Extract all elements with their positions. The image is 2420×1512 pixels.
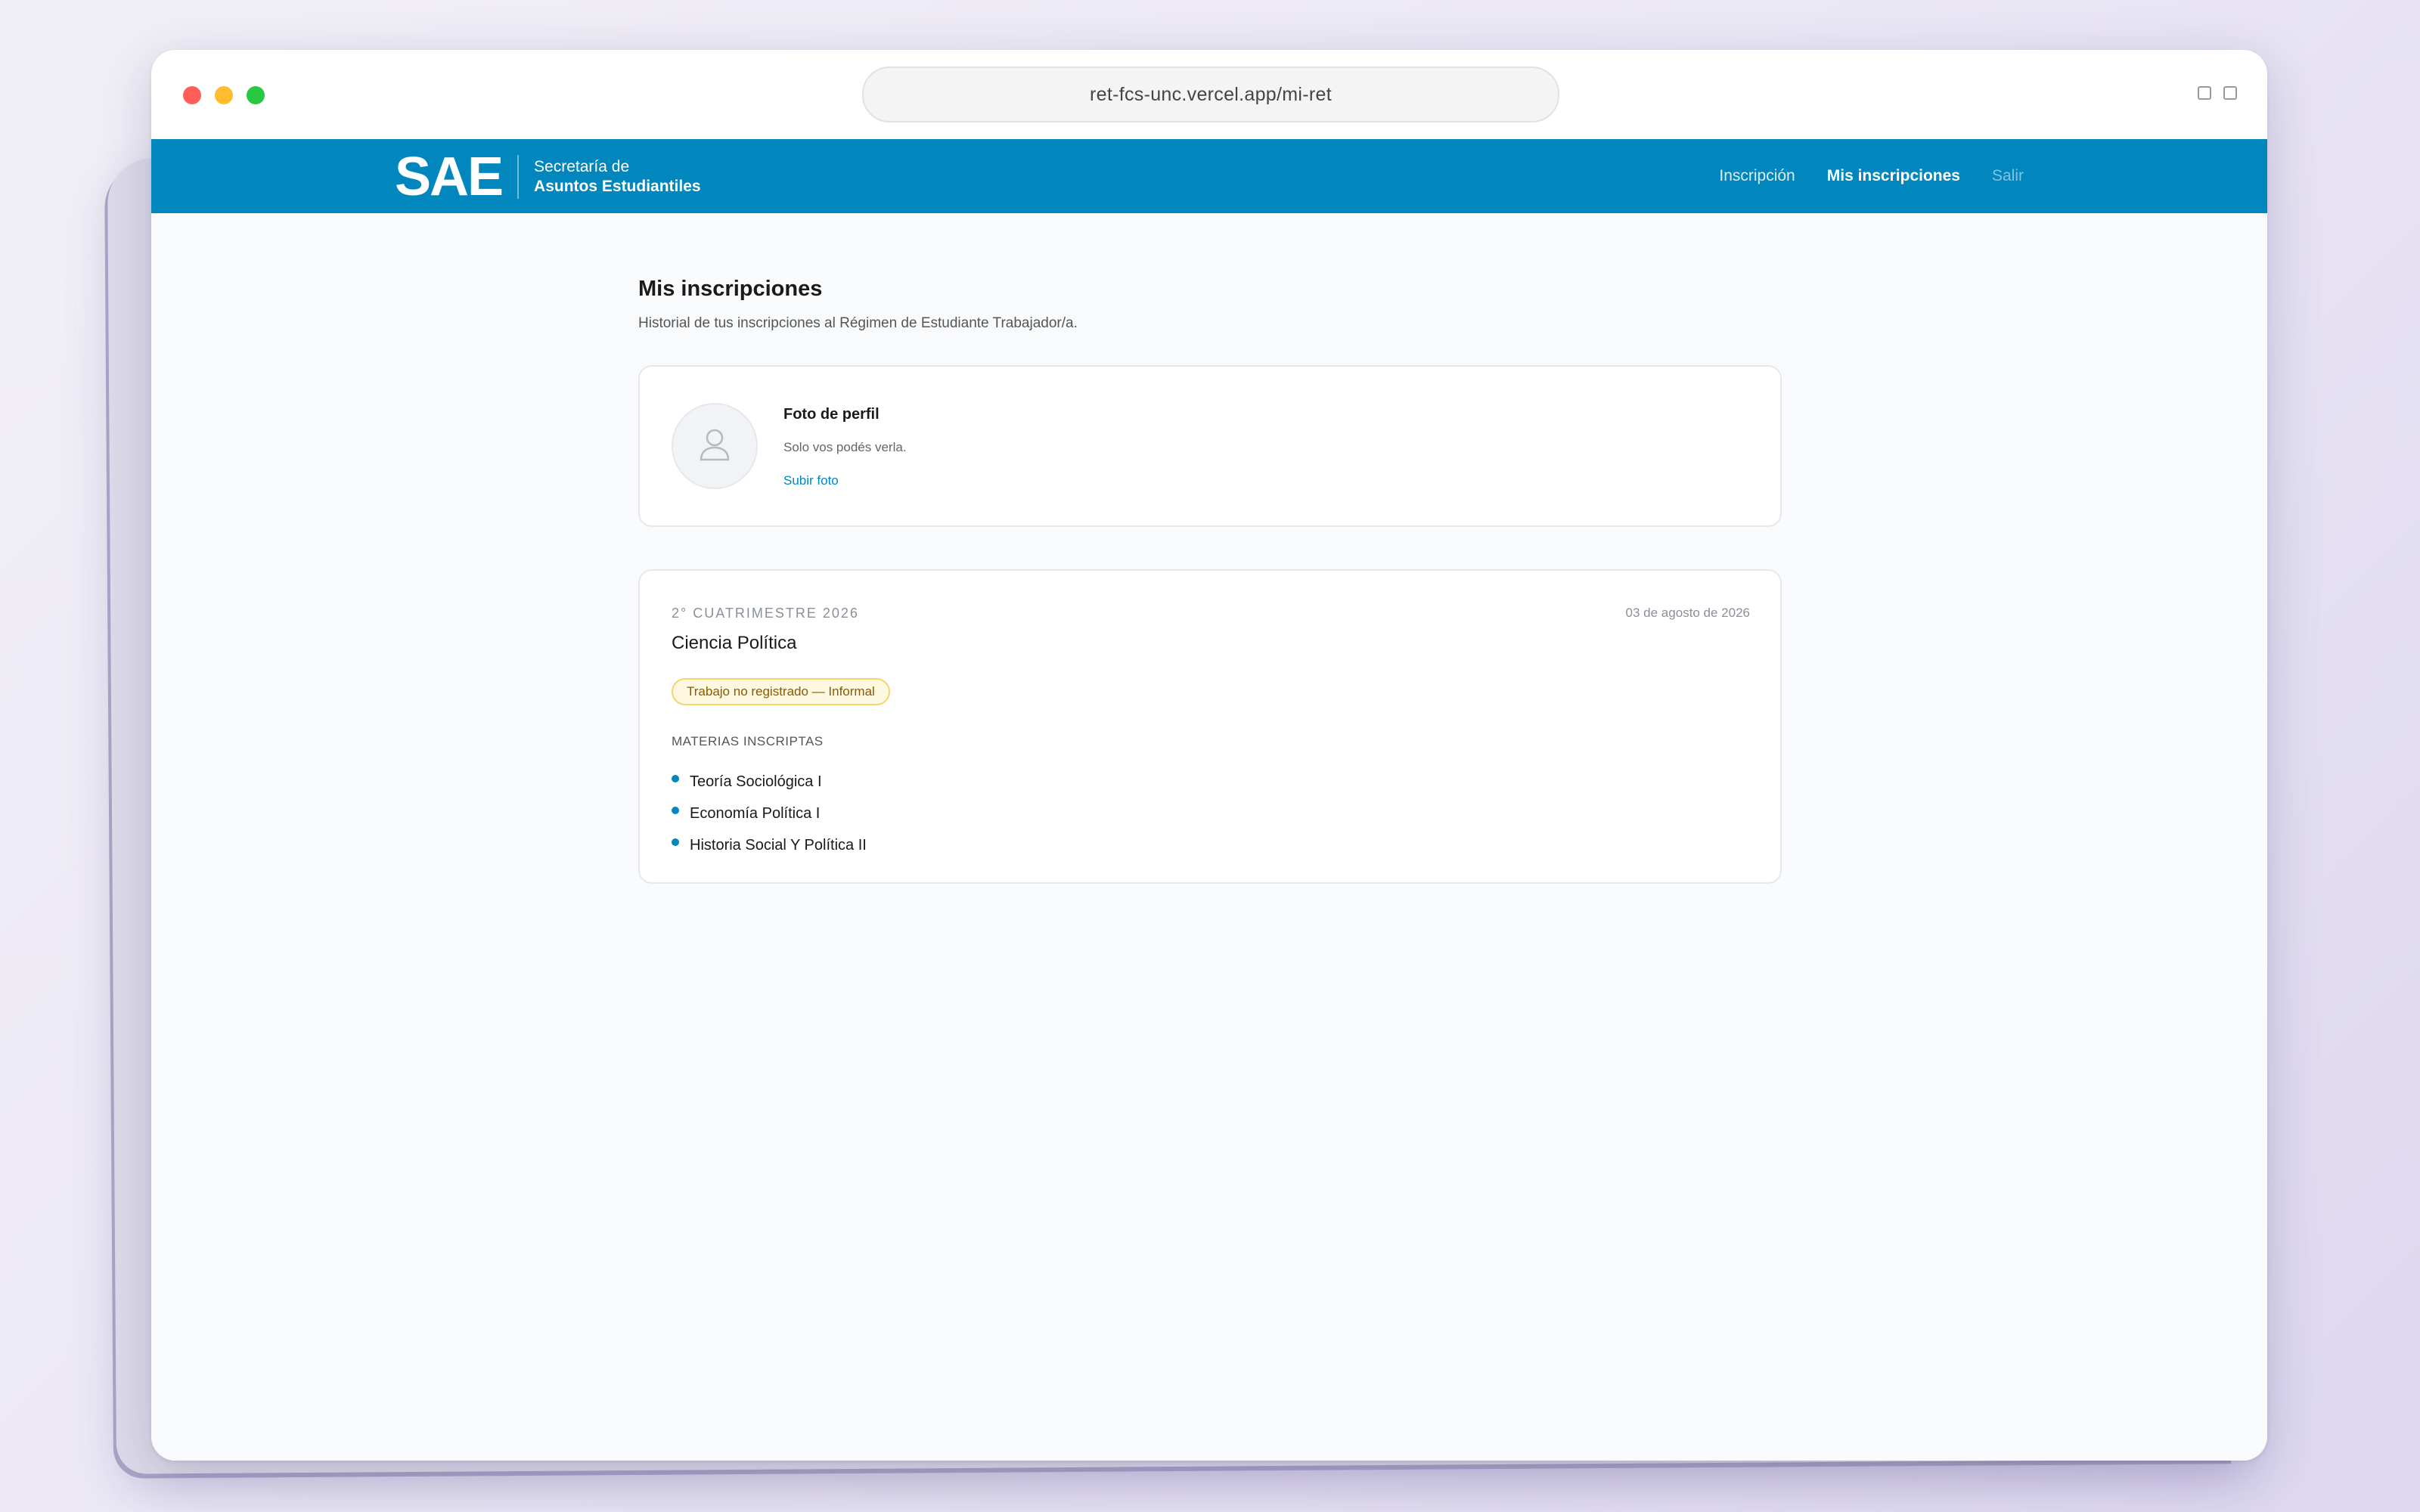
list-item: Teoría Sociológica I: [672, 766, 867, 798]
nav-links: Inscripción Mis inscripciones Salir: [1719, 139, 2024, 213]
brand[interactable]: SAE Secretaría de Asuntos Estudiantiles: [395, 150, 701, 204]
list-item: Historia Social Y Política II: [672, 829, 867, 861]
sidebar-toggle-icon[interactable]: [2223, 86, 2237, 100]
work-status-badge: Trabajo no registrado — Informal: [672, 678, 890, 705]
brand-divider: [517, 155, 520, 199]
subjects-label: MATERIAS INSCRIPTAS: [672, 734, 824, 748]
window-controls: [183, 86, 265, 104]
page-title: Mis inscripciones: [638, 277, 823, 301]
profile-photo-title: Foto de perfil: [783, 406, 880, 423]
enrollment-period: 2° CUATRIMESTRE 2026: [672, 606, 859, 621]
nav-link-salir[interactable]: Salir: [1992, 167, 2024, 185]
address-bar[interactable]: ret-fcs-unc.vercel.app/mi-ret: [862, 67, 1559, 122]
nav-link-inscripcion[interactable]: Inscripción: [1719, 167, 1795, 185]
avatar: [672, 403, 758, 489]
profile-info: Foto de perfil Solo vos podés verla. Sub…: [783, 406, 907, 488]
upload-photo-link[interactable]: Subir foto: [783, 473, 907, 488]
profile-photo-note: Solo vos podés verla.: [783, 440, 907, 454]
close-window-button[interactable]: [183, 86, 201, 104]
enrollment-date: 03 de agosto de 2026: [1625, 606, 1750, 620]
tab-overview-icon[interactable]: [2198, 86, 2211, 100]
minimize-window-button[interactable]: [215, 86, 233, 104]
user-placeholder-icon: [700, 429, 730, 461]
maximize-window-button[interactable]: [247, 86, 265, 104]
list-item: Economía Política I: [672, 798, 867, 829]
page-subtitle: Historial de tus inscripciones al Régime…: [638, 315, 1078, 331]
bullet-icon: [672, 775, 679, 782]
subject-name: Historia Social Y Política II: [690, 836, 867, 854]
brand-line-1: Secretaría de: [534, 158, 630, 175]
subjects-list: Teoría Sociológica I Economía Política I…: [672, 766, 867, 861]
profile-photo-card: Foto de perfil Solo vos podés verla. Sub…: [638, 365, 1782, 527]
browser-window: ret-fcs-unc.vercel.app/mi-ret SAE Secret…: [151, 50, 2267, 1461]
site-navbar: SAE Secretaría de Asuntos Estudiantiles …: [151, 139, 2267, 213]
subject-name: Economía Política I: [690, 804, 821, 822]
bullet-icon: [672, 807, 679, 814]
subject-name: Teoría Sociológica I: [690, 773, 822, 790]
page-content: Mis inscripciones Historial de tus inscr…: [151, 213, 2267, 1461]
nav-link-mis-inscripciones[interactable]: Mis inscripciones: [1827, 167, 1960, 185]
main-column: Mis inscripciones Historial de tus inscr…: [638, 213, 1782, 884]
enrollment-career: Ciencia Política: [672, 633, 797, 653]
brand-line-2: Asuntos Estudiantiles: [534, 178, 701, 195]
titlebar-extra-controls: [2198, 86, 2237, 100]
browser-titlebar: ret-fcs-unc.vercel.app/mi-ret: [151, 50, 2267, 139]
bullet-icon: [672, 838, 679, 846]
enrollment-card: 2° CUATRIMESTRE 2026 03 de agosto de 202…: [638, 569, 1782, 884]
brand-text: Secretaría de Asuntos Estudiantiles: [534, 157, 701, 197]
sae-logo: SAE: [395, 147, 504, 207]
